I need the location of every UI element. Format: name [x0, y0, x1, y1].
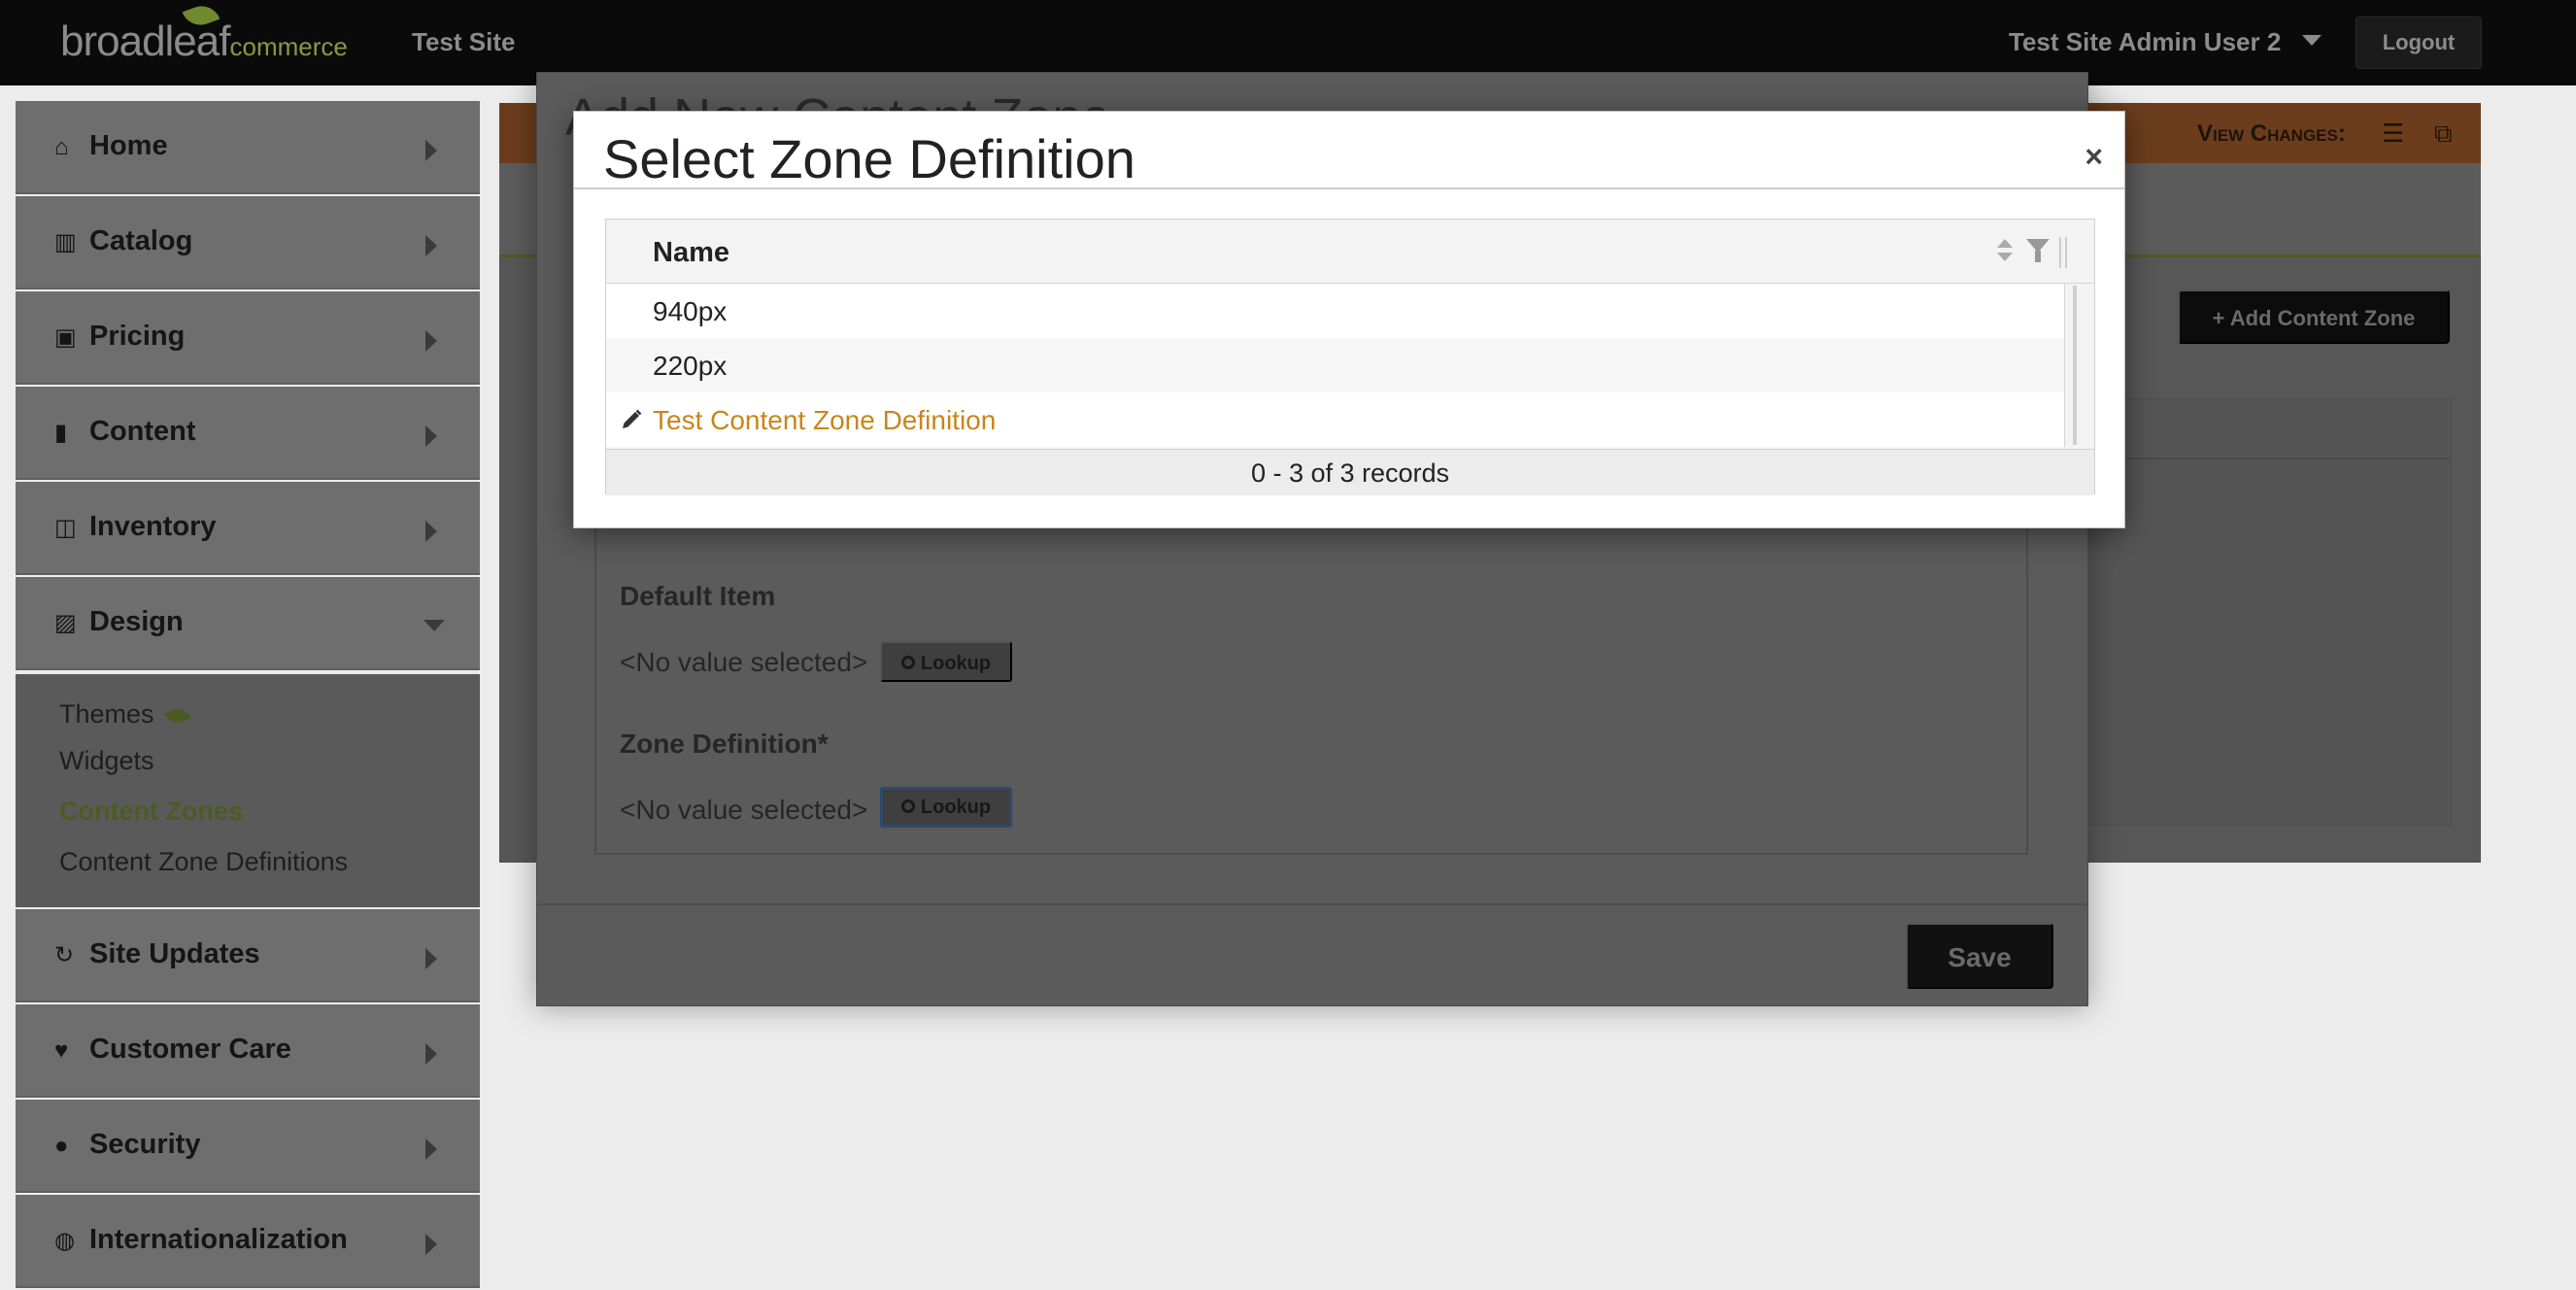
select-zone-definition-modal: Select Zone Definition × Name 940px 220p…: [573, 111, 2125, 528]
heart-icon: ♥: [54, 1037, 69, 1064]
logout-button[interactable]: Logout: [2356, 17, 2482, 69]
sidebar-item-label: Inventory: [89, 511, 217, 542]
chevron-right-icon: [425, 1138, 437, 1160]
cell-name: 940px: [653, 296, 728, 326]
chevron-right-icon: [425, 140, 437, 161]
subnav-item-content-zones[interactable]: Content Zones: [59, 797, 243, 827]
money-icon: ▣: [54, 324, 77, 351]
cell-name-link[interactable]: Test Content Zone Definition: [653, 405, 996, 436]
logo-sub-text: commerce: [229, 32, 348, 61]
add-content-zone-button[interactable]: + Add Content Zone: [2178, 289, 2450, 344]
save-button[interactable]: Save: [1906, 923, 2053, 989]
lookup-label: Lookup: [920, 653, 992, 674]
admin-user-menu[interactable]: Test Site Admin User 2: [2009, 27, 2281, 57]
sidebar-item-label: Security: [89, 1129, 201, 1160]
sidebar-item-pricing[interactable]: ▣ Pricing: [16, 291, 480, 385]
sidebar-item-label: Customer Care: [89, 1034, 291, 1065]
chevron-right-icon: [425, 521, 437, 542]
sidebar-item-home[interactable]: ⌂ Home: [16, 101, 480, 194]
chevron-right-icon: [425, 330, 437, 352]
view-changes-label: View Changes:: [2197, 120, 2346, 147]
logo-main-text: broadleaf: [60, 17, 230, 65]
broadleaf-logo[interactable]: broadleafcommerce: [60, 0, 348, 66]
chevron-down-icon: [424, 620, 445, 631]
barcode-icon: ▥: [54, 229, 77, 255]
table-row[interactable]: Test Content Zone Definition: [606, 392, 2064, 447]
sidebar-item-label: Content: [89, 416, 196, 447]
sidebar-item-site-updates[interactable]: ↻ Site Updates: [16, 909, 480, 1002]
add-content-zone-label: Add Content Zone: [2229, 306, 2416, 330]
zone-definition-value: <No value selected>: [620, 795, 868, 825]
sidebar-item-internationalization[interactable]: ◍ Internationalization: [16, 1195, 480, 1288]
search-icon: [900, 655, 915, 669]
subnav-item-widgets[interactable]: Widgets: [59, 746, 154, 776]
modal-title: Select Zone Definition: [603, 128, 1135, 189]
file-icon: ▮: [54, 420, 68, 446]
modal-header-divider: [574, 187, 2124, 189]
table-row[interactable]: 940px: [606, 284, 2064, 338]
sidebar-item-security[interactable]: ● Security: [16, 1100, 480, 1193]
sidebar-item-content[interactable]: ▮ Content: [16, 387, 480, 480]
filter-icon[interactable]: [2026, 239, 2050, 264]
grid-footer: 0 - 3 of 3 records: [606, 449, 2094, 495]
sort-icon[interactable]: [1995, 237, 2015, 266]
sidebar-item-label: Home: [89, 130, 168, 161]
caret-down-icon[interactable]: [2302, 35, 2322, 46]
grid-scrollbar[interactable]: [2073, 286, 2077, 445]
sidebar-item-design[interactable]: ▨ Design: [16, 577, 480, 670]
inbox-icon: ◫: [54, 515, 77, 541]
lookup-label: Lookup: [920, 797, 992, 818]
design-subnav: Themes Widgets Content Zones Content Zon…: [16, 674, 480, 907]
sidebar-item-label: Site Updates: [89, 938, 260, 969]
home-icon: ⌂: [54, 134, 69, 160]
close-icon[interactable]: ×: [2085, 139, 2103, 175]
default-item-value: <No value selected>: [620, 647, 868, 677]
subnav-item-content-zone-definitions[interactable]: Content Zone Definitions: [59, 847, 348, 877]
column-resize-handle[interactable]: [2059, 237, 2067, 268]
external-link-icon[interactable]: ⧉: [2434, 120, 2461, 148]
sidebar-item-customer-care[interactable]: ♥ Customer Care: [16, 1004, 480, 1098]
sidebar-item-label: Internationalization: [89, 1224, 348, 1255]
column-header-name[interactable]: Name: [653, 237, 729, 269]
zone-definition-label: Zone Definition*: [620, 729, 829, 759]
grid-header: Name: [606, 220, 2094, 284]
search-icon: [900, 798, 915, 813]
sidebar-item-label: Catalog: [89, 225, 193, 256]
default-item-lookup-button[interactable]: Lookup: [880, 641, 1012, 682]
leaf-icon: [163, 705, 191, 727]
zone-definition-lookup-button[interactable]: Lookup: [880, 787, 1012, 828]
sidebar-item-label: Pricing: [89, 321, 186, 352]
cell-name: 220px: [653, 351, 728, 381]
chevron-right-icon: [425, 235, 437, 256]
chevron-right-icon: [425, 1234, 437, 1255]
default-item-label: Default Item: [620, 581, 776, 611]
sidebar-nav: ⌂ Home ▥ Catalog ▣ Pricing ▮ Content ◫ I…: [16, 101, 480, 1290]
pencil-icon: [623, 409, 642, 428]
chevron-right-icon: [425, 425, 437, 447]
picture-icon: ▨: [54, 610, 77, 636]
subnav-item-label: Themes: [59, 699, 154, 729]
table-row[interactable]: 220px: [606, 338, 2064, 392]
plus-icon: +: [2212, 306, 2230, 330]
zone-definition-grid: Name 940px 220px Test Content Zone Defin…: [605, 219, 2095, 495]
grid-header-divider: [2080, 458, 2451, 459]
sidebar-item-inventory[interactable]: ◫ Inventory: [16, 482, 480, 575]
subnav-item-themes[interactable]: Themes: [59, 699, 191, 730]
site-name[interactable]: Test Site: [412, 27, 515, 57]
user-icon: ●: [54, 1133, 69, 1159]
list-icon[interactable]: ☰: [2382, 120, 2409, 148]
refresh-icon: ↻: [54, 942, 75, 968]
chevron-right-icon: [425, 948, 437, 969]
modal-footer-divider: [536, 903, 2088, 905]
sidebar-item-label: Design: [89, 606, 184, 637]
globe-icon: ◍: [54, 1228, 75, 1254]
content-zones-grid: [2079, 398, 2452, 826]
sidebar-item-catalog[interactable]: ▥ Catalog: [16, 196, 480, 289]
chevron-right-icon: [425, 1043, 437, 1065]
grid-body: 940px 220px Test Content Zone Definition: [606, 284, 2065, 447]
records-count: 0 - 3 of 3 records: [1250, 458, 1450, 488]
